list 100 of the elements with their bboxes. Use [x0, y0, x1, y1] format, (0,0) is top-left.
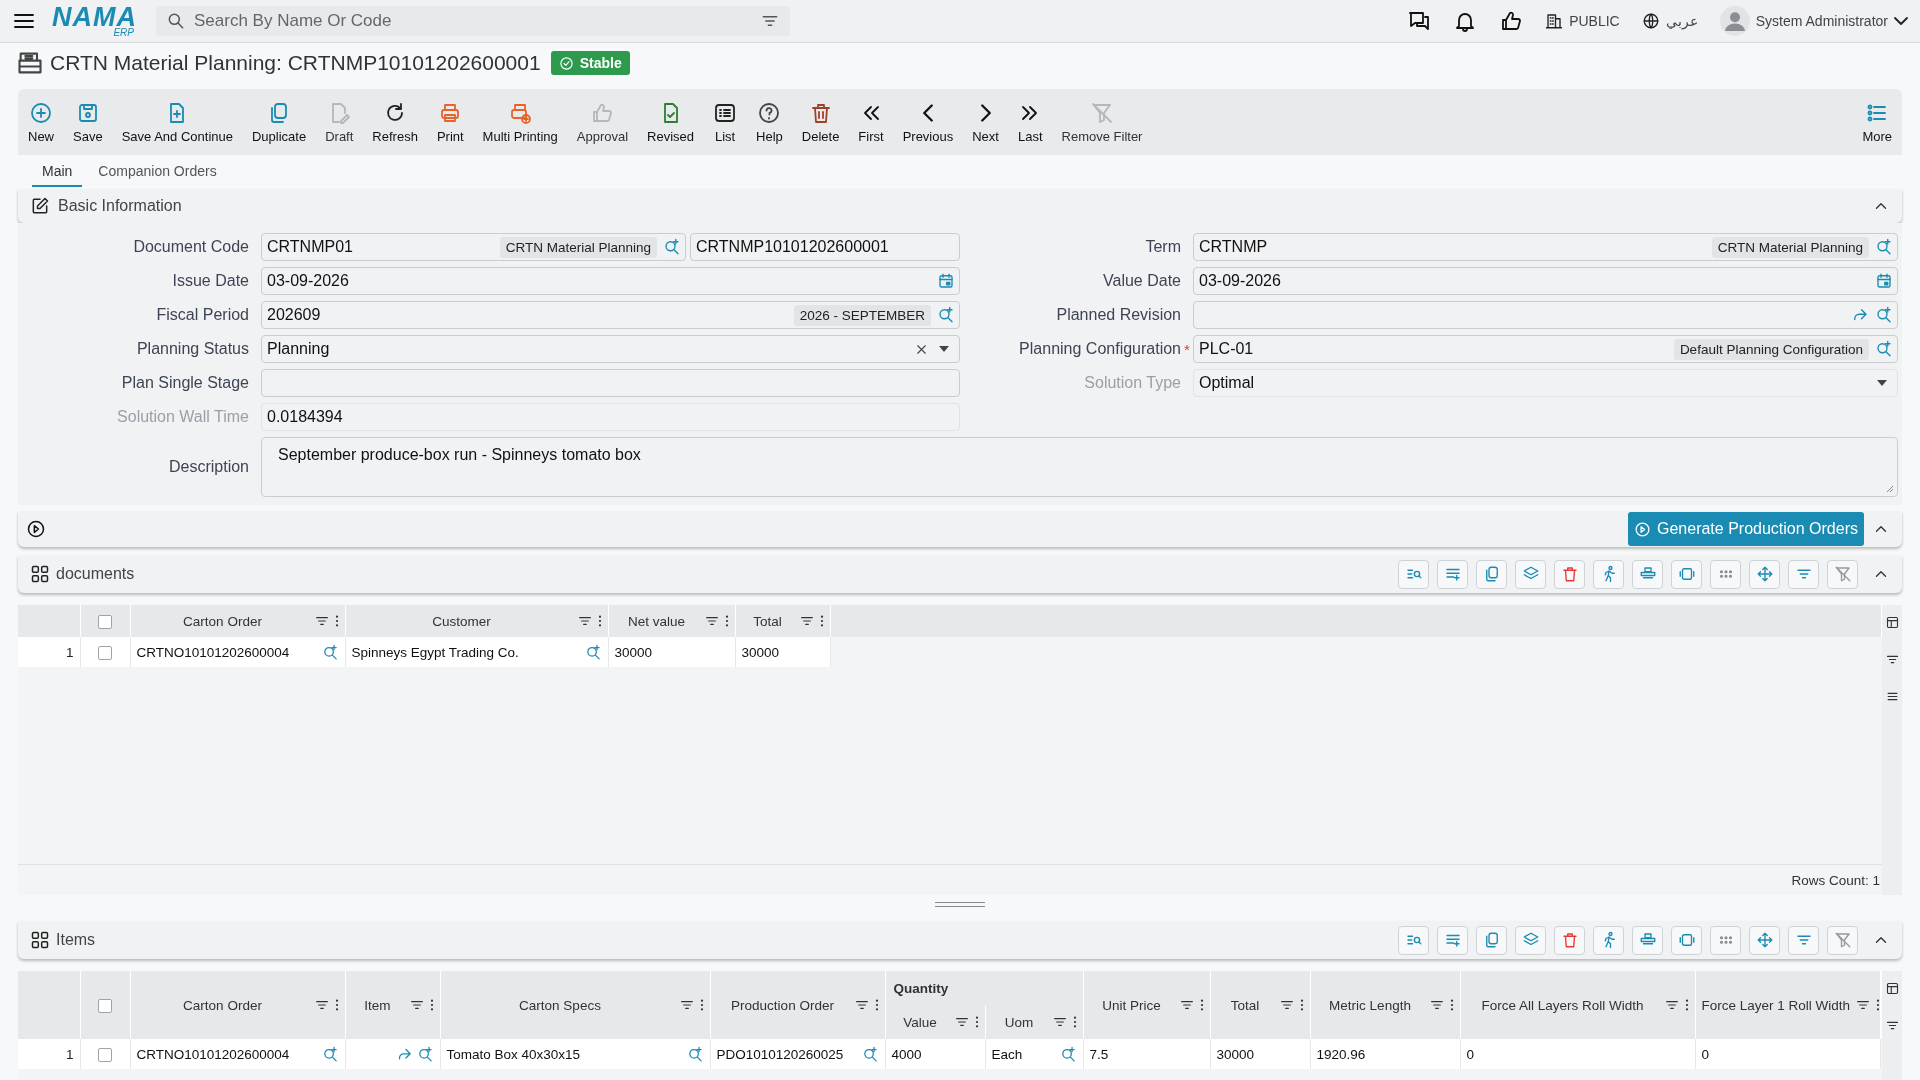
branch-selector[interactable]: PUBLIC [1545, 12, 1620, 30]
add-row-button[interactable] [1437, 925, 1468, 955]
kebab-menu-icon[interactable] [974, 1016, 979, 1028]
search-plus-icon[interactable] [1875, 340, 1893, 358]
add-row-button[interactable] [1437, 559, 1468, 589]
input-field[interactable]: Planning [261, 335, 960, 363]
kebab-menu-icon[interactable] [1876, 999, 1881, 1011]
row-checkbox[interactable] [98, 645, 112, 660]
search-plus-icon[interactable] [1059, 1045, 1077, 1063]
description-field[interactable]: September produce-box run - Spinneys tomato box [261, 437, 1898, 497]
search-plus-icon[interactable] [416, 1045, 434, 1063]
select-all-checkbox[interactable] [98, 998, 112, 1013]
search-field[interactable]: Search By Name Or Code [156, 6, 790, 36]
kebab-menu-icon[interactable] [1684, 999, 1689, 1011]
section-header[interactable]: documents [18, 555, 1902, 593]
kebab-menu-icon[interactable] [597, 615, 602, 627]
calendar-icon[interactable] [937, 272, 955, 290]
column-header[interactable]: Carton Specs [446, 997, 674, 1013]
input-field[interactable]: 202609 2026 - SEPTEMBER [261, 301, 960, 329]
section-header[interactable]: Items [18, 921, 1902, 959]
toolbar-button[interactable]: List [713, 100, 738, 144]
toolbar-button[interactable]: Next [972, 100, 999, 144]
column-header[interactable]: Force Layer 1 Roll Width [1701, 997, 1851, 1013]
filter-button[interactable] [1788, 925, 1819, 955]
toolbar-button[interactable]: First [858, 100, 884, 144]
generate-production-orders-button[interactable]: Generate Production Orders [1628, 512, 1864, 546]
dots-grid-button[interactable] [1710, 559, 1741, 589]
filter-off-button[interactable] [1827, 925, 1858, 955]
search-plus-icon[interactable] [1875, 306, 1893, 324]
input-field[interactable]: CRTNMP01 CRTN Material Planning [261, 233, 686, 261]
resize-grip-icon[interactable] [1884, 483, 1894, 493]
column-header[interactable]: Production Order [716, 997, 849, 1013]
input-field[interactable]: PLC-01 Default Planning Configuration [1193, 335, 1898, 363]
frame-button[interactable] [1671, 925, 1702, 955]
frame-button[interactable] [1671, 559, 1702, 589]
toolbar-button[interactable]: Refresh [372, 100, 418, 144]
move-button[interactable] [1749, 559, 1780, 589]
runner-button[interactable] [1593, 925, 1624, 955]
select-all-checkbox[interactable] [98, 614, 112, 629]
tab[interactable]: Main [32, 157, 83, 187]
row-checkbox[interactable] [98, 1047, 112, 1062]
thumbs-up-icon[interactable] [1499, 9, 1524, 33]
kebab-menu-icon[interactable] [429, 999, 434, 1011]
input-field[interactable]: CRTNMP CRTN Material Planning [1193, 233, 1898, 261]
language-selector[interactable]: عربي [1641, 12, 1698, 30]
more-button[interactable]: More [1862, 100, 1892, 144]
column-header[interactable]: Force All Layers Roll Width [1466, 997, 1659, 1013]
kebab-menu-icon[interactable] [724, 615, 729, 627]
toolbar-button[interactable]: Save [73, 100, 103, 144]
calendar-icon[interactable] [1875, 272, 1893, 290]
filter-off-button[interactable] [1827, 559, 1858, 589]
caret-icon[interactable] [939, 346, 949, 352]
user-menu[interactable]: System Administrator [1719, 6, 1908, 36]
kebab-menu-icon[interactable] [819, 615, 824, 627]
trash-button[interactable] [1554, 559, 1585, 589]
toolbar-button[interactable]: Delete [801, 100, 840, 144]
kebab-menu-icon[interactable] [1299, 999, 1304, 1011]
input-field[interactable]: 03-09-2026 [1193, 267, 1898, 295]
search-plus-icon[interactable] [321, 1045, 339, 1063]
search-input[interactable]: Search By Name Or Code [192, 10, 754, 32]
kebab-menu-icon[interactable] [334, 999, 339, 1011]
search-list-button[interactable] [1398, 925, 1429, 955]
kebab-menu-icon[interactable] [874, 999, 879, 1011]
move-button[interactable] [1749, 925, 1780, 955]
kebab-menu-icon[interactable] [1449, 999, 1454, 1011]
search-plus-icon[interactable] [937, 306, 955, 324]
toolbar-button[interactable]: Save And Continue [121, 100, 233, 144]
kebab-menu-icon[interactable] [699, 999, 704, 1011]
column-header[interactable]: Carton Order [136, 997, 309, 1013]
stamp-button[interactable] [1632, 925, 1663, 955]
toolbar-button[interactable]: Print [436, 100, 464, 144]
play-circle-icon[interactable] [26, 519, 46, 539]
layers-button[interactable] [1515, 559, 1546, 589]
toolbar-button[interactable]: Previous [902, 100, 954, 144]
kebab-menu-icon[interactable] [334, 615, 339, 627]
search-plus-icon[interactable] [686, 1045, 704, 1063]
search-plus-icon[interactable] [1875, 238, 1893, 256]
trash-button[interactable] [1554, 925, 1585, 955]
copy-button[interactable] [1476, 925, 1507, 955]
search-plus-icon[interactable] [584, 643, 602, 661]
input-field[interactable] [261, 369, 960, 397]
table-settings-icon[interactable] [1884, 981, 1900, 996]
layers-button[interactable] [1515, 925, 1546, 955]
chat-icon[interactable] [1407, 9, 1432, 33]
search-list-button[interactable] [1398, 559, 1429, 589]
input-field[interactable]: 03-09-2026 [261, 267, 960, 295]
search-plus-icon[interactable] [321, 643, 339, 661]
table-settings-icon[interactable] [1884, 615, 1900, 630]
toolbar-button[interactable]: New [28, 100, 54, 144]
column-header[interactable]: Metric Length [1316, 997, 1424, 1013]
kebab-menu-icon[interactable] [1199, 999, 1204, 1011]
toolbar-button[interactable]: Duplicate [251, 100, 307, 144]
stamp-button[interactable] [1632, 559, 1663, 589]
kebab-menu-icon[interactable] [1072, 1016, 1077, 1028]
column-header[interactable]: Total [1216, 997, 1274, 1013]
copy-button[interactable] [1476, 559, 1507, 589]
input-field[interactable] [1193, 301, 1898, 329]
runner-button[interactable] [1593, 559, 1624, 589]
section-header[interactable]: Basic Information [18, 189, 1902, 223]
toolbar-button[interactable]: Help [756, 100, 783, 144]
